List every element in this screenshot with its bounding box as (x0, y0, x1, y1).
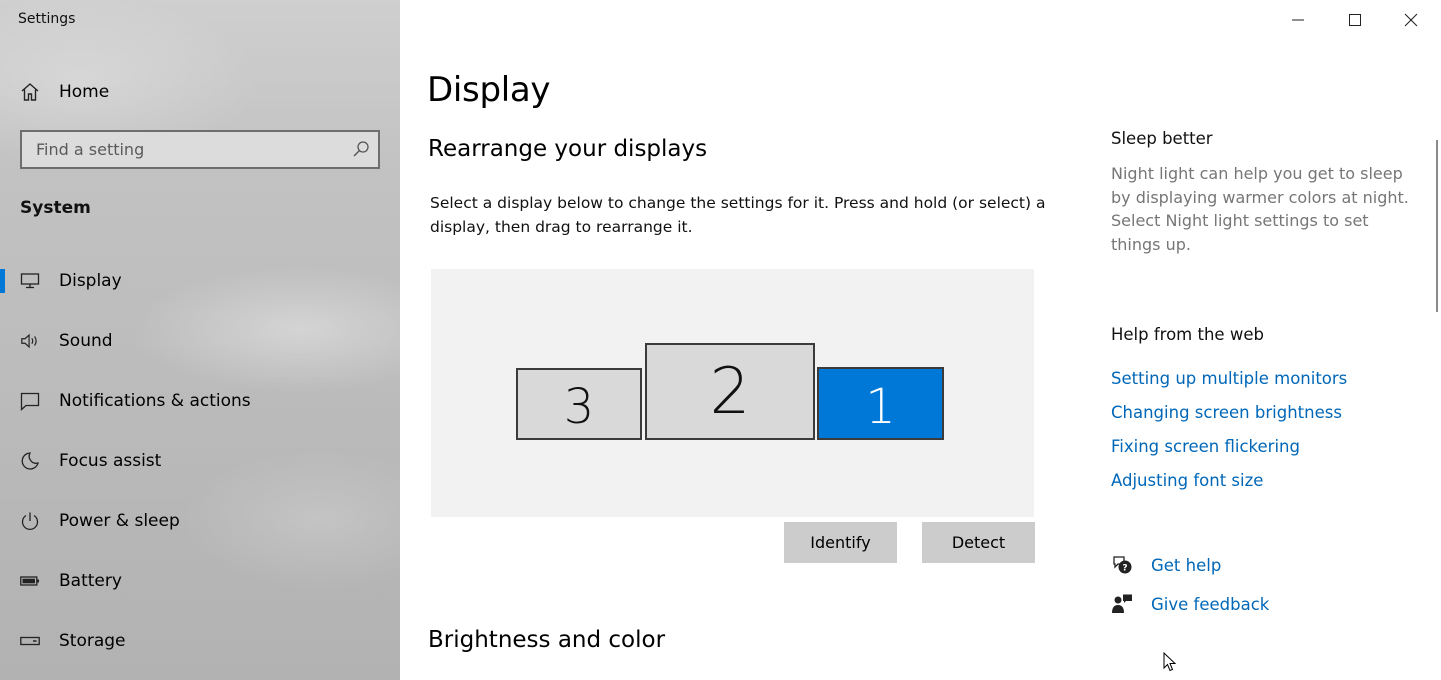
storage-icon (20, 631, 40, 651)
display-arrangement-area[interactable]: 3 2 1 (431, 269, 1034, 517)
monitor-3[interactable]: 3 (516, 368, 642, 440)
sidebar-item-label: Notifications & actions (59, 391, 251, 411)
get-help-icon: ? (1113, 556, 1132, 574)
link-multiple-monitors[interactable]: Setting up multiple monitors (1111, 369, 1347, 388)
page-title: Display (427, 70, 551, 110)
brightness-heading: Brightness and color (428, 627, 666, 653)
detect-button[interactable]: Detect (922, 522, 1035, 563)
feedback-icon (1112, 594, 1132, 613)
minimize-icon (1292, 19, 1304, 21)
power-icon (20, 511, 40, 531)
identify-button[interactable]: Identify (784, 522, 897, 563)
link-screen-flickering[interactable]: Fixing screen flickering (1111, 437, 1300, 456)
sidebar-item-label: Display (59, 271, 122, 291)
help-web-title: Help from the web (1111, 325, 1264, 344)
sidebar: Settings Home System Display Sound Notif (0, 0, 400, 680)
close-button[interactable] (1397, 6, 1425, 34)
minimize-button[interactable] (1284, 6, 1312, 34)
get-help-link[interactable]: Get help (1151, 556, 1221, 575)
sidebar-item-battery[interactable]: Battery (0, 559, 400, 603)
sidebar-item-label: Storage (59, 631, 126, 651)
search-input[interactable] (22, 140, 342, 159)
sleep-better-text: Night light can help you get to sleep by… (1111, 164, 1409, 254)
give-feedback-row[interactable]: Give feedback (1111, 591, 1269, 617)
speaker-icon (20, 331, 40, 351)
sidebar-item-focus-assist[interactable]: Focus assist (0, 439, 400, 483)
search-box[interactable] (20, 130, 380, 169)
search-icon[interactable] (352, 140, 370, 158)
moon-icon (20, 451, 40, 471)
sidebar-item-notifications[interactable]: Notifications & actions (0, 379, 400, 423)
rearrange-heading: Rearrange your displays (428, 136, 708, 162)
get-help-row[interactable]: ? Get help (1111, 552, 1221, 578)
monitor-1[interactable]: 1 (817, 367, 944, 440)
mouse-cursor-icon (1163, 652, 1177, 672)
rearrange-description: Select a display below to change the set… (430, 194, 1046, 236)
sidebar-item-storage[interactable]: Storage (0, 619, 400, 663)
sidebar-item-label: Sound (59, 331, 113, 351)
scrollbar-thumb[interactable] (1436, 140, 1438, 312)
home-label: Home (59, 82, 110, 102)
close-icon (1404, 13, 1418, 27)
sidebar-item-label: Power & sleep (59, 511, 180, 531)
link-screen-brightness[interactable]: Changing screen brightness (1111, 403, 1342, 422)
active-indicator (0, 269, 5, 293)
home-icon (21, 83, 39, 101)
link-font-size[interactable]: Adjusting font size (1111, 471, 1263, 490)
sidebar-item-sound[interactable]: Sound (0, 319, 400, 363)
maximize-button[interactable] (1341, 6, 1369, 34)
app-title: Settings (18, 11, 76, 27)
sleep-better-title: Sleep better (1111, 129, 1213, 148)
battery-icon (20, 571, 40, 591)
give-feedback-link[interactable]: Give feedback (1151, 595, 1269, 614)
sidebar-item-power-sleep[interactable]: Power & sleep (0, 499, 400, 543)
home-nav-item[interactable]: Home (20, 78, 109, 106)
maximize-icon (1349, 14, 1361, 26)
monitor-icon (20, 271, 40, 291)
sidebar-item-label: Battery (59, 571, 122, 591)
sidebar-item-label: Focus assist (59, 451, 162, 471)
sidebar-item-display[interactable]: Display (0, 259, 400, 303)
svg-text:?: ? (1122, 564, 1127, 574)
section-title: System (20, 198, 91, 218)
notification-icon (20, 391, 40, 411)
monitor-2[interactable]: 2 (645, 343, 815, 440)
